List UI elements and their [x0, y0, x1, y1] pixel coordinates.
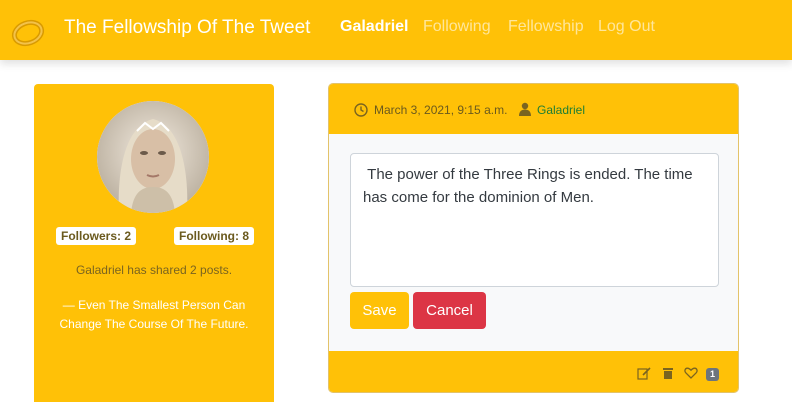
navbar: The Fellowship Of The Tweet Galadriel Fo… — [0, 0, 792, 60]
trash-icon[interactable] — [661, 366, 675, 380]
like-count-badge: 1 — [706, 368, 719, 381]
ring-logo-icon[interactable] — [10, 13, 46, 49]
profile-motto: — Even The Smallest Person Can Change Th… — [59, 298, 249, 331]
nav-link-profile[interactable]: Galadriel — [340, 18, 408, 36]
nav-link-logout[interactable]: Log Out — [598, 18, 655, 36]
following-badge[interactable]: Following: 8 — [174, 227, 254, 245]
shared-posts-text: Galadriel has shared 2 posts. — [75, 263, 233, 277]
user-icon — [519, 102, 531, 116]
post-date: March 3, 2021, 9:15 a.m. — [374, 103, 508, 117]
followers-badge[interactable]: Followers: 2 — [56, 227, 137, 245]
save-button[interactable]: Save — [350, 292, 409, 329]
heart-icon[interactable] — [684, 366, 698, 380]
nav-link-following[interactable]: Following — [423, 18, 491, 36]
post-header: March 3, 2021, 9:15 a.m. Galadriel — [329, 84, 738, 134]
nav-link-fellowship[interactable]: Fellowship — [508, 18, 584, 36]
post-card: March 3, 2021, 9:15 a.m. Galadriel The p… — [328, 83, 739, 393]
edit-icon[interactable] — [637, 366, 651, 380]
cancel-button[interactable]: Cancel — [413, 292, 486, 329]
clock-icon — [354, 103, 368, 117]
brand-title[interactable]: The Fellowship Of The Tweet — [64, 17, 310, 39]
avatar-portrait — [97, 101, 209, 213]
avatar — [97, 101, 209, 213]
profile-card: Followers: 2 Following: 8 Galadriel has … — [34, 84, 274, 402]
post-author-link[interactable]: Galadriel — [537, 103, 585, 117]
post-edit-textarea[interactable]: The power of the Three Rings is ended. T… — [350, 153, 719, 287]
post-footer: 1 — [329, 351, 738, 392]
